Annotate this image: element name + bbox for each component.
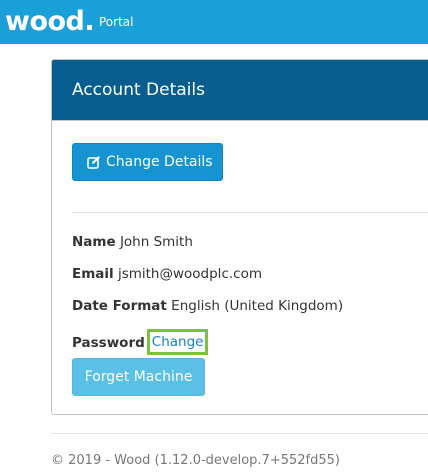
password-label: Password [72, 335, 145, 351]
edit-icon [87, 155, 101, 169]
top-navigation-bar: wood. Portal [0, 0, 428, 44]
email-value: jsmith@woodplc.com [117, 266, 262, 282]
change-details-button[interactable]: Change Details [72, 143, 223, 181]
password-row: Password Change [72, 329, 209, 356]
name-label: Name [72, 234, 116, 250]
panel-title: Account Details [72, 80, 205, 100]
name-row: Name John Smith [72, 233, 193, 251]
footer-copyright: © 2019 - Wood (1.12.0-develop.7+552fd55) [51, 453, 340, 468]
panel-heading: Account Details [52, 60, 428, 121]
footer-divider [51, 433, 428, 434]
portal-nav-link[interactable]: Portal [99, 15, 133, 29]
wood-logo[interactable]: wood. [5, 7, 95, 37]
date-format-label: Date Format [72, 298, 167, 314]
email-row: Email jsmith@woodplc.com [72, 265, 262, 283]
section-divider [72, 212, 428, 213]
date-format-row: Date Format English (United Kingdom) [72, 297, 343, 315]
change-details-label: Change Details [106, 154, 213, 170]
forget-machine-button[interactable]: Forget Machine [72, 358, 205, 396]
name-value: John Smith [119, 234, 193, 250]
change-password-link[interactable]: Change [146, 329, 209, 355]
date-format-value: English (United Kingdom) [171, 298, 344, 314]
account-details-panel: Account Details Change Details Name John… [51, 59, 428, 415]
email-label: Email [72, 266, 114, 282]
